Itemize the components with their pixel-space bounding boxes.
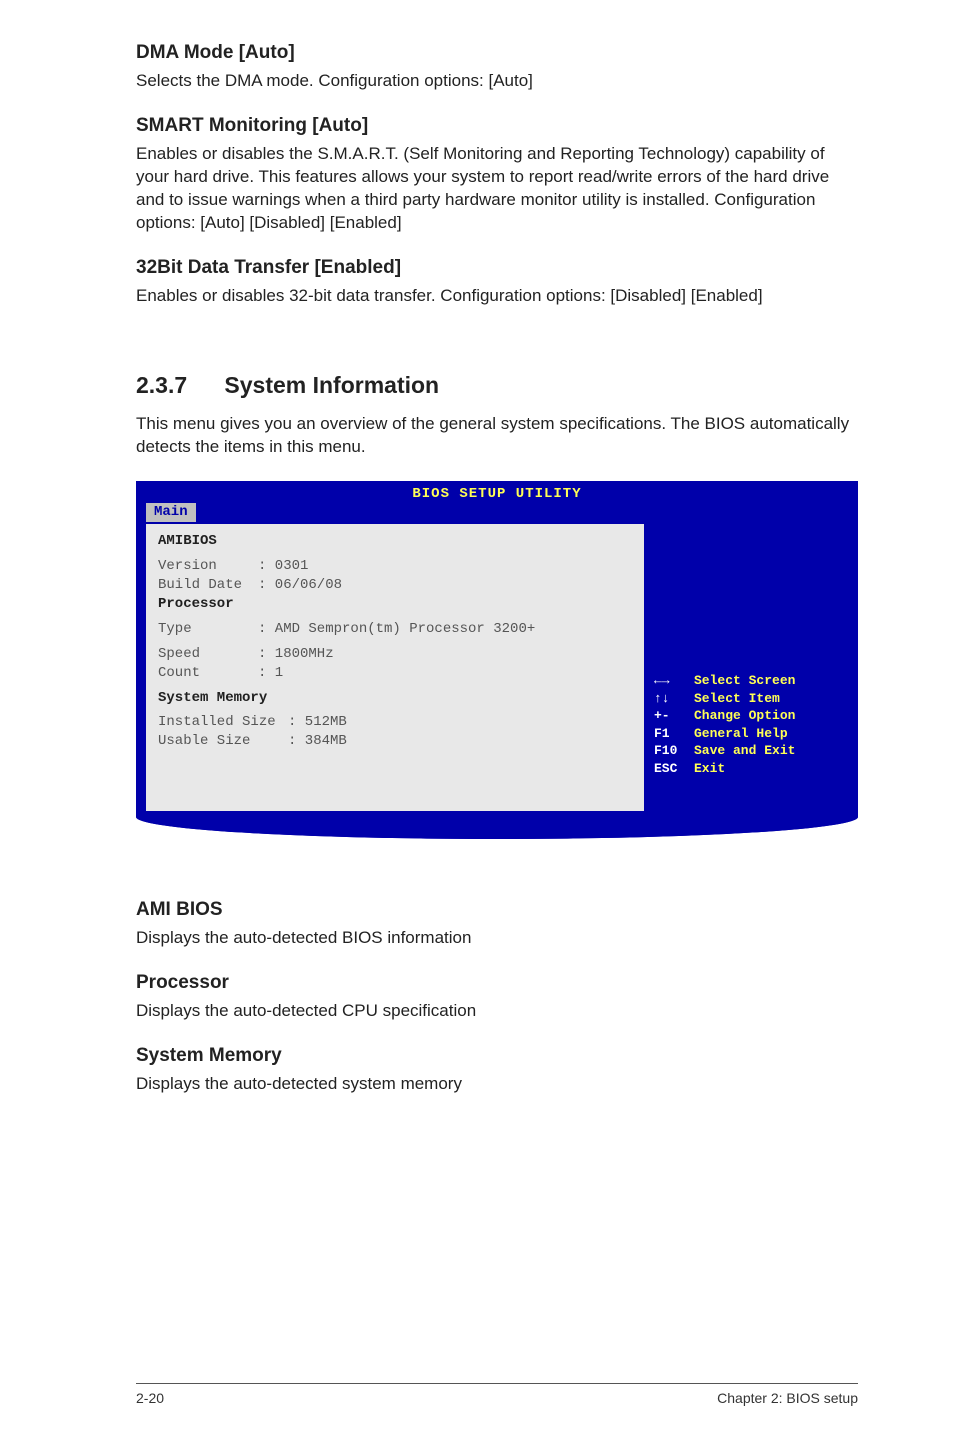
bios-help-text-3: Change Option [694,708,795,723]
footer-page-number: 2-20 [136,1390,164,1406]
footer-chapter: Chapter 2: BIOS setup [717,1390,858,1406]
bios-installed-label: Installed Size [158,713,288,732]
bios-version-value: : 0301 [258,557,308,576]
bios-build-label: Build Date [158,576,258,595]
processor-body: Displays the auto-detected CPU specifica… [136,1000,858,1023]
bios-speed-label: Speed [158,645,258,664]
bios-left-panel: AMIBIOS Version: 0301 Build Date: 06/06/… [144,522,646,813]
bios-help-sym-1: ←→ [654,672,694,690]
bios-help-text-1: Select Screen [694,673,795,688]
bios-help-sym-3: +- [654,707,694,725]
bios-installed-value: : 512MB [288,713,347,732]
dma-body: Selects the DMA mode. Configuration opti… [136,70,858,93]
bios-help-sym-4: F1 [654,725,694,743]
bios-amibios-label: AMIBIOS [158,532,632,551]
smart-heading: SMART Monitoring [Auto] [136,115,858,137]
sysinfo-heading: 2.3.7 System Information [136,372,858,399]
bios-help-text-2: Select Item [694,691,780,706]
bios-version-label: Version [158,557,258,576]
bios-build-value: : 06/06/08 [258,576,342,595]
bios-help-text-5: Save and Exit [694,743,795,758]
amibios-heading: AMI BIOS [136,899,858,921]
bios-type-value: : AMD Sempron(tm) Processor 3200+ [258,620,535,639]
bios-screenshot: BIOS SETUP UTILITY Main AMIBIOS Version:… [136,481,858,840]
bios-right-panel: ←→Select Screen ↑↓Select Item +-Change O… [654,522,850,813]
bit32-body: Enables or disables 32-bit data transfer… [136,285,858,308]
bios-help-sym-5: F10 [654,742,694,760]
bios-count-value: : 1 [258,664,283,683]
smart-body: Enables or disables the S.M.A.R.T. (Self… [136,143,858,235]
bios-tab-main: Main [146,503,196,522]
processor-heading: Processor [136,972,858,994]
bios-sysmem-label: System Memory [158,689,632,708]
dma-heading: DMA Mode [Auto] [136,42,858,64]
bios-usable-value: : 384MB [288,732,347,751]
bios-title: BIOS SETUP UTILITY [136,481,858,504]
bios-type-label: Type [158,620,258,639]
amibios-body: Displays the auto-detected BIOS informat… [136,927,858,950]
bios-speed-value: : 1800MHz [258,645,334,664]
bios-usable-label: Usable Size [158,732,288,751]
sysinfo-title: System Information [224,372,439,398]
bios-help-text-4: General Help [694,726,788,741]
bios-help-text-6: Exit [694,761,725,776]
bios-processor-label: Processor [158,595,632,614]
page-footer: 2-20 Chapter 2: BIOS setup [136,1383,858,1406]
sysmem-body: Displays the auto-detected system memory [136,1073,858,1096]
sysinfo-num: 2.3.7 [136,372,218,399]
bit32-heading: 32Bit Data Transfer [Enabled] [136,257,858,279]
bios-help-sym-6: ESC [654,760,694,778]
bios-count-label: Count [158,664,258,683]
sysinfo-body: This menu gives you an overview of the g… [136,413,858,459]
bios-help-sym-2: ↑↓ [654,690,694,708]
sysmem-heading: System Memory [136,1045,858,1067]
